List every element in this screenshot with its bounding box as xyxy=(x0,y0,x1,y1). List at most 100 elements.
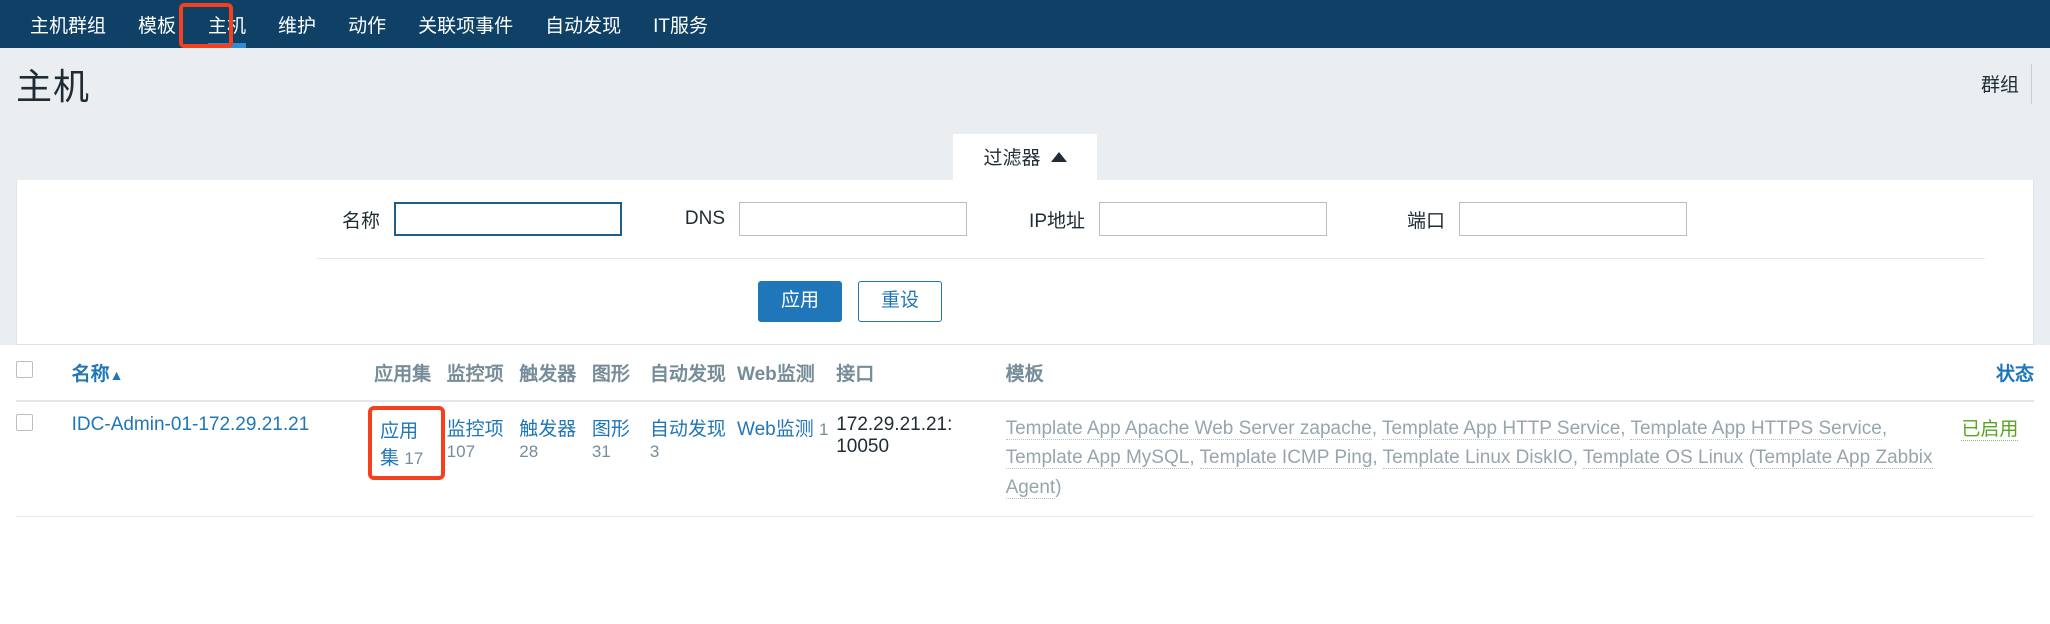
template-link[interactable]: Template OS Linux xyxy=(1582,447,1744,470)
column-header-triggers: 触发器 xyxy=(519,344,592,402)
web-count: 1 xyxy=(819,419,829,439)
filter-input-name[interactable] xyxy=(394,202,622,236)
items-link[interactable]: 监控项 xyxy=(447,419,504,440)
nav-item-correlation-events[interactable]: 关联项事件 xyxy=(402,0,529,48)
column-header-items: 监控项 xyxy=(446,344,520,402)
template-link[interactable]: Template App HTTPS Service xyxy=(1630,417,1882,440)
comma: , xyxy=(1572,447,1583,469)
host-name-link[interactable]: IDC-Admin-01-172.29.21.21 xyxy=(72,414,310,435)
nav-label: 维护 xyxy=(278,15,317,37)
column-header-graphs: 图形 xyxy=(591,344,650,402)
filter-toggle-tab[interactable]: 过滤器 xyxy=(953,134,1097,180)
comma: , xyxy=(1372,447,1383,469)
paren-open: ( xyxy=(1743,447,1756,469)
hosts-table-container: 名称▲ 应用集 监控项 触发器 图形 自动发现 Web监测 接口 模板 状态 I… xyxy=(0,344,2050,518)
status-badge[interactable]: 已启用 xyxy=(1961,418,2019,441)
apply-button[interactable]: 应用 xyxy=(757,281,842,322)
template-link[interactable]: Template Linux DiskIO xyxy=(1382,447,1573,470)
column-header-discovery: 自动发现 xyxy=(649,344,737,402)
comma: , xyxy=(1620,417,1631,439)
table-header-row: 名称▲ 应用集 监控项 触发器 图形 自动发现 Web监测 接口 模板 状态 xyxy=(16,344,2034,402)
filter-field-port: 端口 xyxy=(1327,202,1687,236)
filter-label-name: 名称 xyxy=(341,210,380,232)
column-header-interface: 接口 xyxy=(836,344,1006,402)
hosts-table: 名称▲ 应用集 监控项 触发器 图形 自动发现 Web监测 接口 模板 状态 I… xyxy=(16,344,2034,518)
nav-item-discovery[interactable]: 自动发现 xyxy=(529,0,637,48)
nav-item-hosts[interactable]: 主机 xyxy=(192,0,262,48)
page-header-right: 群组 xyxy=(1981,63,2034,104)
filter-input-port[interactable] xyxy=(1459,202,1687,236)
group-selector-label[interactable]: 群组 xyxy=(1981,70,2019,97)
table-row: IDC-Admin-01-172.29.21.21 应用集 17 监控项 107… xyxy=(16,400,2034,518)
web-link[interactable]: Web监测 xyxy=(737,419,814,440)
column-header-name[interactable]: 名称▲ xyxy=(71,344,375,402)
filter-section: 过滤器 名称 DNS IP地址 端口 应用 重设 xyxy=(0,120,2050,345)
page-header: 主机 群组 xyxy=(0,48,2050,120)
nav-label: 自动发现 xyxy=(545,15,622,37)
page-title: 主机 xyxy=(16,65,91,107)
row-select-cell xyxy=(16,400,72,518)
filter-field-ip: IP地址 xyxy=(967,202,1327,236)
filter-input-ip[interactable] xyxy=(1099,202,1327,236)
row-checkbox[interactable] xyxy=(16,413,33,431)
filter-input-dns[interactable] xyxy=(739,202,967,236)
discovery-link[interactable]: 自动发现 xyxy=(650,419,726,440)
select-all-checkbox[interactable] xyxy=(16,360,33,378)
nav-label: 动作 xyxy=(348,15,387,37)
filter-label-port: 端口 xyxy=(1406,210,1445,232)
column-header-web: Web监测 xyxy=(736,344,837,402)
nav-item-actions[interactable]: 动作 xyxy=(332,0,402,48)
filter-panel: 名称 DNS IP地址 端口 应用 重设 xyxy=(16,180,2034,345)
cell-triggers: 触发器 28 xyxy=(519,400,592,518)
column-label: 名称 xyxy=(71,363,110,385)
cell-interface: 172.29.21.21: 10050 xyxy=(836,400,1006,518)
filter-label-ip: IP地址 xyxy=(1029,210,1085,232)
nav-label: IT服务 xyxy=(653,15,708,37)
select-all-header xyxy=(16,344,72,402)
nav-label: 主机群组 xyxy=(30,15,107,37)
cell-graphs: 图形 31 xyxy=(591,400,650,518)
sort-ascending-icon: ▲ xyxy=(109,366,124,383)
filter-tab-row: 过滤器 xyxy=(16,134,2034,180)
cell-discovery: 自动发现 3 xyxy=(649,400,737,518)
column-header-templates: 模板 xyxy=(1005,344,1962,402)
cell-web: Web监测 1 xyxy=(736,400,837,518)
template-link[interactable]: Template App MySQL xyxy=(1005,447,1190,470)
nav-item-maintenance[interactable]: 维护 xyxy=(262,0,332,48)
triangle-up-icon xyxy=(1050,151,1067,162)
items-count: 107 xyxy=(446,441,476,461)
cell-templates: Template App Apache Web Server zapache, … xyxy=(1005,400,1962,518)
cell-host-name: IDC-Admin-01-172.29.21.21 xyxy=(71,400,375,518)
nav-label: 模板 xyxy=(138,15,177,37)
filter-field-name: 名称 xyxy=(17,202,622,236)
filter-field-dns: DNS xyxy=(622,202,967,236)
discovery-count: 3 xyxy=(649,441,660,461)
paren-close: ) xyxy=(1055,476,1062,498)
graphs-link[interactable]: 图形 xyxy=(592,419,630,440)
header-divider xyxy=(2031,63,2032,104)
comma: , xyxy=(1371,417,1382,439)
top-navigation-bar: 主机群组 模板 主机 维护 动作 关联项事件 自动发现 IT服务 xyxy=(0,0,2050,48)
nav-item-it-services[interactable]: IT服务 xyxy=(637,0,724,48)
column-header-status[interactable]: 状态 xyxy=(1961,344,2034,402)
comma: , xyxy=(1881,417,1888,439)
triggers-count: 28 xyxy=(519,441,539,461)
cell-applications: 应用集 17 xyxy=(368,400,447,518)
graphs-count: 31 xyxy=(591,441,611,461)
filter-tab-label: 过滤器 xyxy=(983,148,1041,169)
filter-actions: 应用 重设 xyxy=(17,259,2033,322)
template-link[interactable]: Template App Apache Web Server zapache xyxy=(1005,417,1372,440)
applications-count: 17 xyxy=(404,448,424,468)
comma: , xyxy=(1189,447,1200,469)
template-link[interactable]: Template ICMP Ping xyxy=(1199,447,1373,470)
nav-item-templates[interactable]: 模板 xyxy=(122,0,192,48)
column-header-applications: 应用集 xyxy=(374,344,447,402)
cell-items: 监控项 107 xyxy=(446,400,520,518)
nav-label: 关联项事件 xyxy=(418,15,514,37)
interface-value: 172.29.21.21: 10050 xyxy=(836,413,953,457)
nav-label: 主机 xyxy=(208,15,247,37)
reset-button[interactable]: 重设 xyxy=(858,281,943,322)
triggers-link[interactable]: 触发器 xyxy=(519,419,576,440)
template-link[interactable]: Template App HTTP Service xyxy=(1381,417,1621,440)
nav-item-host-groups[interactable]: 主机群组 xyxy=(14,0,122,48)
